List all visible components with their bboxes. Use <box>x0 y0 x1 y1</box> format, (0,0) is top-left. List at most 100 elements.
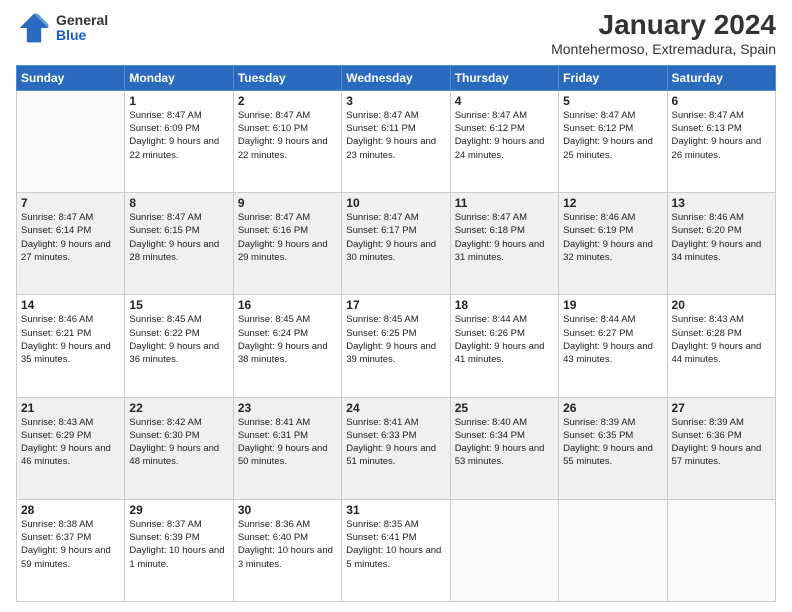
day-number: 26 <box>563 401 662 415</box>
calendar-week-row: 21Sunrise: 8:43 AMSunset: 6:29 PMDayligh… <box>17 397 776 499</box>
sunset-text: Sunset: 6:13 PM <box>672 123 742 134</box>
sunset-text: Sunset: 6:10 PM <box>238 123 308 134</box>
daylight-text: Daylight: 9 hours and 36 minutes. <box>129 341 219 365</box>
calendar-week-row: 1Sunrise: 8:47 AMSunset: 6:09 PMDaylight… <box>17 90 776 192</box>
sunrise-text: Sunrise: 8:44 AM <box>563 314 635 325</box>
day-number: 25 <box>455 401 554 415</box>
day-info: Sunrise: 8:47 AMSunset: 6:09 PMDaylight:… <box>129 109 228 162</box>
daylight-text: Daylight: 9 hours and 22 minutes. <box>238 136 328 160</box>
day-number: 27 <box>672 401 771 415</box>
sunset-text: Sunset: 6:28 PM <box>672 328 742 339</box>
day-number: 1 <box>129 94 228 108</box>
calendar-cell: 7Sunrise: 8:47 AMSunset: 6:14 PMDaylight… <box>17 193 125 295</box>
day-number: 6 <box>672 94 771 108</box>
day-info: Sunrise: 8:45 AMSunset: 6:22 PMDaylight:… <box>129 313 228 366</box>
calendar-cell: 27Sunrise: 8:39 AMSunset: 6:36 PMDayligh… <box>667 397 775 499</box>
day-info: Sunrise: 8:47 AMSunset: 6:11 PMDaylight:… <box>346 109 445 162</box>
sunrise-text: Sunrise: 8:38 AM <box>21 519 93 530</box>
day-info: Sunrise: 8:39 AMSunset: 6:35 PMDaylight:… <box>563 416 662 469</box>
daylight-text: Daylight: 9 hours and 38 minutes. <box>238 341 328 365</box>
logo-icon <box>16 10 52 46</box>
daylight-text: Daylight: 9 hours and 55 minutes. <box>563 443 653 467</box>
day-number: 18 <box>455 298 554 312</box>
daylight-text: Daylight: 10 hours and 3 minutes. <box>238 545 333 569</box>
calendar-cell: 17Sunrise: 8:45 AMSunset: 6:25 PMDayligh… <box>342 295 450 397</box>
sunset-text: Sunset: 6:17 PM <box>346 225 416 236</box>
calendar-cell: 24Sunrise: 8:41 AMSunset: 6:33 PMDayligh… <box>342 397 450 499</box>
sunrise-text: Sunrise: 8:44 AM <box>455 314 527 325</box>
col-sunday: Sunday <box>17 65 125 90</box>
calendar-cell: 22Sunrise: 8:42 AMSunset: 6:30 PMDayligh… <box>125 397 233 499</box>
daylight-text: Daylight: 9 hours and 27 minutes. <box>21 239 111 263</box>
calendar-cell: 3Sunrise: 8:47 AMSunset: 6:11 PMDaylight… <box>342 90 450 192</box>
sunset-text: Sunset: 6:24 PM <box>238 328 308 339</box>
calendar-cell: 2Sunrise: 8:47 AMSunset: 6:10 PMDaylight… <box>233 90 341 192</box>
day-number: 31 <box>346 503 445 517</box>
sunrise-text: Sunrise: 8:35 AM <box>346 519 418 530</box>
day-info: Sunrise: 8:47 AMSunset: 6:16 PMDaylight:… <box>238 211 337 264</box>
sunrise-text: Sunrise: 8:47 AM <box>672 110 744 121</box>
daylight-text: Daylight: 9 hours and 51 minutes. <box>346 443 436 467</box>
daylight-text: Daylight: 9 hours and 39 minutes. <box>346 341 436 365</box>
day-info: Sunrise: 8:47 AMSunset: 6:14 PMDaylight:… <box>21 211 120 264</box>
sunrise-text: Sunrise: 8:47 AM <box>563 110 635 121</box>
col-monday: Monday <box>125 65 233 90</box>
calendar-cell: 15Sunrise: 8:45 AMSunset: 6:22 PMDayligh… <box>125 295 233 397</box>
sunset-text: Sunset: 6:18 PM <box>455 225 525 236</box>
calendar-week-row: 28Sunrise: 8:38 AMSunset: 6:37 PMDayligh… <box>17 499 776 601</box>
header: General Blue January 2024 Montehermoso, … <box>16 10 776 57</box>
day-number: 21 <box>21 401 120 415</box>
calendar-cell: 11Sunrise: 8:47 AMSunset: 6:18 PMDayligh… <box>450 193 558 295</box>
sunset-text: Sunset: 6:21 PM <box>21 328 91 339</box>
sunset-text: Sunset: 6:16 PM <box>238 225 308 236</box>
day-number: 30 <box>238 503 337 517</box>
calendar-week-row: 7Sunrise: 8:47 AMSunset: 6:14 PMDaylight… <box>17 193 776 295</box>
sunrise-text: Sunrise: 8:47 AM <box>129 110 201 121</box>
day-number: 8 <box>129 196 228 210</box>
calendar-cell: 18Sunrise: 8:44 AMSunset: 6:26 PMDayligh… <box>450 295 558 397</box>
day-info: Sunrise: 8:47 AMSunset: 6:12 PMDaylight:… <box>455 109 554 162</box>
daylight-text: Daylight: 9 hours and 26 minutes. <box>672 136 762 160</box>
calendar-week-row: 14Sunrise: 8:46 AMSunset: 6:21 PMDayligh… <box>17 295 776 397</box>
day-info: Sunrise: 8:35 AM Sunset: 6:41 PM Daylight:… <box>346 518 445 571</box>
logo-text: General Blue <box>56 13 108 44</box>
sunrise-text: Sunrise: 8:40 AM <box>455 417 527 428</box>
page: General Blue January 2024 Montehermoso, … <box>0 0 792 612</box>
calendar-cell: 21Sunrise: 8:43 AMSunset: 6:29 PMDayligh… <box>17 397 125 499</box>
calendar-cell <box>559 499 667 601</box>
day-number: 15 <box>129 298 228 312</box>
calendar-cell: 9Sunrise: 8:47 AMSunset: 6:16 PMDaylight… <box>233 193 341 295</box>
calendar-cell: 16Sunrise: 8:45 AMSunset: 6:24 PMDayligh… <box>233 295 341 397</box>
calendar-header-row: Sunday Monday Tuesday Wednesday Thursday… <box>17 65 776 90</box>
sunrise-text: Sunrise: 8:37 AM <box>129 519 201 530</box>
daylight-text: Daylight: 9 hours and 50 minutes. <box>238 443 328 467</box>
calendar-cell: 30Sunrise: 8:36 AMSunset: 6:40 PMDayligh… <box>233 499 341 601</box>
sunrise-text: Sunrise: 8:47 AM <box>455 110 527 121</box>
daylight-text: Daylight: 9 hours and 53 minutes. <box>455 443 545 467</box>
calendar-cell: 5Sunrise: 8:47 AMSunset: 6:12 PMDaylight… <box>559 90 667 192</box>
day-info: Sunrise: 8:44 AMSunset: 6:27 PMDaylight:… <box>563 313 662 366</box>
day-number: 4 <box>455 94 554 108</box>
sunset-text: Sunset: 6:29 PM <box>21 430 91 441</box>
sunset-text: Sunset: 6:41 PM <box>346 532 416 543</box>
daylight-text: Daylight: 10 hours and 5 minutes. <box>346 545 441 569</box>
day-number: 5 <box>563 94 662 108</box>
sunset-text: Sunset: 6:19 PM <box>563 225 633 236</box>
logo-blue: Blue <box>56 28 108 43</box>
day-number: 29 <box>129 503 228 517</box>
day-info: Sunrise: 8:41 AMSunset: 6:33 PMDaylight:… <box>346 416 445 469</box>
sunrise-text: Sunrise: 8:41 AM <box>238 417 310 428</box>
day-info: Sunrise: 8:46 AMSunset: 6:20 PMDaylight:… <box>672 211 771 264</box>
calendar-cell: 12Sunrise: 8:46 AMSunset: 6:19 PMDayligh… <box>559 193 667 295</box>
sunset-text: Sunset: 6:31 PM <box>238 430 308 441</box>
sunset-text: Sunset: 6:34 PM <box>455 430 525 441</box>
col-tuesday: Tuesday <box>233 65 341 90</box>
daylight-text: Daylight: 9 hours and 28 minutes. <box>129 239 219 263</box>
sunrise-text: Sunrise: 8:47 AM <box>238 110 310 121</box>
daylight-text: Daylight: 9 hours and 23 minutes. <box>346 136 436 160</box>
daylight-text: Daylight: 9 hours and 48 minutes. <box>129 443 219 467</box>
sunrise-text: Sunrise: 8:41 AM <box>346 417 418 428</box>
calendar-cell <box>450 499 558 601</box>
day-info: Sunrise: 8:45 AMSunset: 6:25 PMDaylight:… <box>346 313 445 366</box>
daylight-text: Daylight: 9 hours and 22 minutes. <box>129 136 219 160</box>
